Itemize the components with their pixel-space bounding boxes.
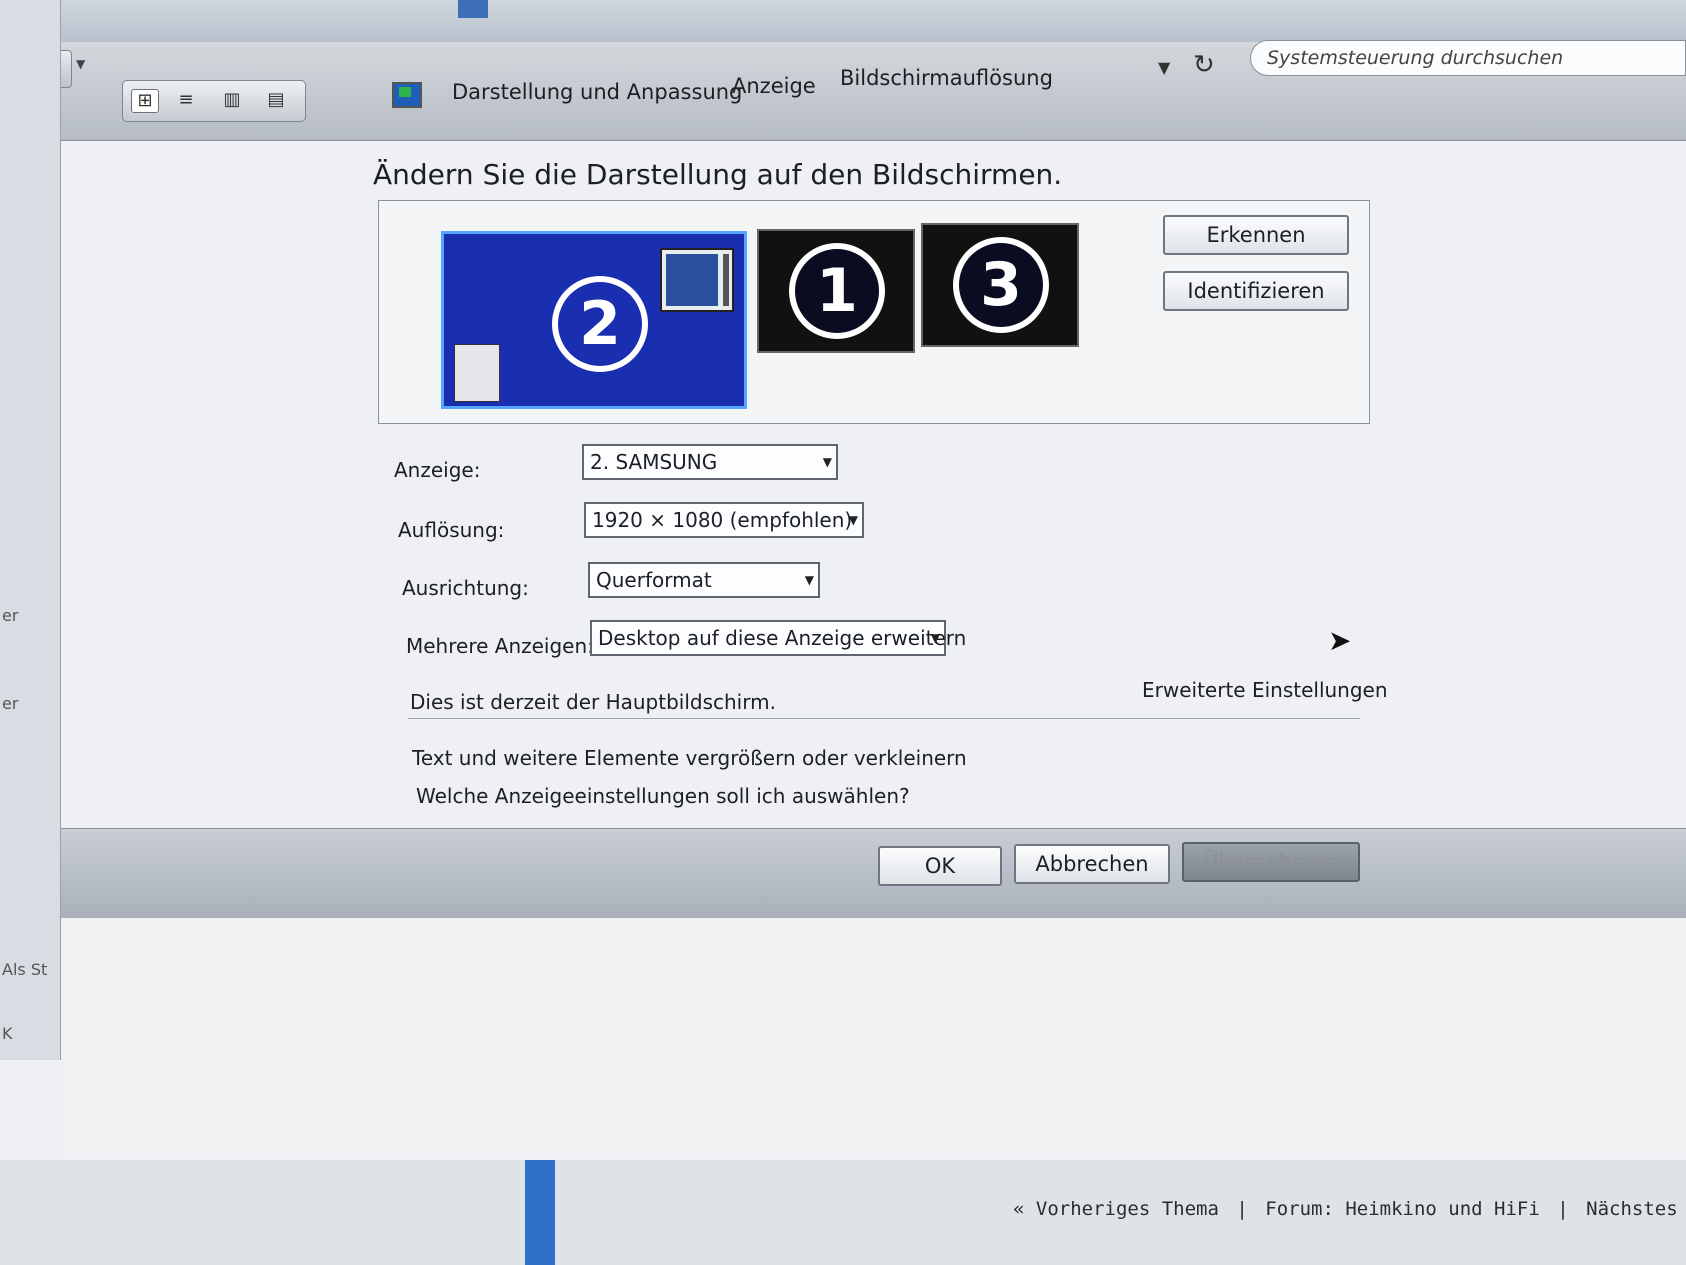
display-select[interactable]: 2. SAMSUNG ▼: [582, 444, 838, 480]
address-dropdown-icon[interactable]: ▼: [1158, 58, 1170, 77]
apply-button: Übernehmen: [1182, 842, 1360, 882]
monitor-3[interactable]: 3: [921, 223, 1079, 347]
display-label: Anzeige:: [394, 458, 481, 482]
chevron-down-icon: ▼: [848, 513, 858, 527]
resolution-select-value: 1920 × 1080 (empfohlen): [592, 508, 853, 532]
display-select-value: 2. SAMSUNG: [590, 450, 718, 474]
page-title: Ändern Sie die Darstellung auf den Bilds…: [373, 158, 1063, 191]
left-window-text: er: [2, 694, 19, 713]
main-display-info: Dies ist derzeit der Hauptbildschirm.: [410, 690, 776, 714]
chevron-down-icon: ▼: [822, 455, 832, 469]
document-thumbnail-icon: [454, 344, 500, 402]
taskbar-tab[interactable]: [458, 0, 488, 18]
forum-link[interactable]: Forum: Heimkino und HiFi: [1265, 1198, 1540, 1220]
window-thumbnail-icon: [660, 248, 734, 312]
orientation-select-value: Querformat: [596, 568, 712, 592]
forum-nav-separator: |: [1236, 1198, 1248, 1220]
control-panel-icon: [392, 82, 422, 108]
multiple-displays-select-value: Desktop auf diese Anzeige erweitern: [598, 626, 967, 650]
search-input[interactable]: Systemsteuerung durchsuchen: [1250, 40, 1686, 76]
next-topic-link[interactable]: Nächstes Thema »: [1586, 1198, 1686, 1220]
advanced-settings-link[interactable]: Erweiterte Einstellungen: [1142, 678, 1388, 702]
breadcrumb-appearance[interactable]: Darstellung und Anpassung: [452, 80, 742, 104]
tiles-view-icon[interactable]: ▤: [263, 89, 289, 111]
orientation-select[interactable]: Querformat ▼: [588, 562, 820, 598]
refresh-icon[interactable]: ↻: [1193, 50, 1215, 80]
mouse-cursor-icon: ➤: [1328, 624, 1352, 657]
window-top-strip: [0, 0, 1686, 42]
breadcrumb-screen-resolution[interactable]: Bildschirmauflösung: [840, 66, 1053, 90]
multiple-displays-label: Mehrere Anzeigen:: [406, 634, 594, 658]
monitor-2[interactable]: 2: [441, 231, 747, 409]
screen-resolution-window: ◀ ▶ ▼ ⊞ ≡ ▥ ▤ Darstellung und Anpassung …: [0, 0, 1686, 1160]
divider: [408, 718, 1360, 719]
left-window-button[interactable]: Als St: [2, 960, 47, 979]
chevron-down-icon: ▼: [804, 573, 814, 587]
chevron-down-icon: ▼: [930, 631, 940, 645]
columns-view-icon[interactable]: ▥: [219, 89, 245, 111]
detect-button[interactable]: Erkennen: [1163, 215, 1349, 255]
monitor-1[interactable]: 1: [757, 229, 915, 353]
monitor-number: 3: [953, 237, 1049, 333]
background-window-accent: [525, 1150, 555, 1265]
left-window-text: er: [2, 606, 19, 625]
forum-nav-separator: |: [1557, 1198, 1569, 1220]
left-background-window: er er Als St K: [0, 0, 61, 1060]
recent-pages-dropdown-icon[interactable]: ▼: [76, 57, 85, 71]
display-help-link[interactable]: Welche Anzeigeeinstellungen soll ich aus…: [416, 784, 910, 808]
ok-button[interactable]: OK: [878, 846, 1002, 886]
monitor-number: 2: [552, 276, 648, 372]
cancel-button[interactable]: Abbrechen: [1014, 844, 1170, 884]
list-view-icon[interactable]: ≡: [173, 89, 199, 111]
breadcrumb-display[interactable]: Anzeige: [732, 74, 816, 98]
identify-button[interactable]: Identifizieren: [1163, 271, 1349, 311]
resolution-label: Auflösung:: [398, 518, 505, 542]
monitor-arrangement-panel: 2 1 3 Erkennen Identifizieren: [378, 200, 1370, 424]
dialog-footer: [40, 828, 1686, 919]
multiple-displays-select[interactable]: Desktop auf diese Anzeige erweitern ▼: [590, 620, 966, 656]
resolution-select[interactable]: 1920 × 1080 (empfohlen) ▼: [584, 502, 864, 538]
left-window-button[interactable]: K: [2, 1024, 13, 1043]
resize-text-link[interactable]: Text und weitere Elemente vergrößern ode…: [412, 746, 967, 770]
monitor-number: 1: [789, 243, 885, 339]
icons-view-icon[interactable]: ⊞: [131, 89, 159, 113]
forum-navigation: « Vorheriges Thema | Forum: Heimkino und…: [1010, 1198, 1686, 1220]
window-lower-area: [60, 918, 1686, 1158]
view-buttons: ⊞ ≡ ▥ ▤: [122, 80, 306, 122]
previous-topic-link[interactable]: « Vorheriges Thema: [1013, 1198, 1219, 1220]
orientation-label: Ausrichtung:: [402, 576, 529, 600]
